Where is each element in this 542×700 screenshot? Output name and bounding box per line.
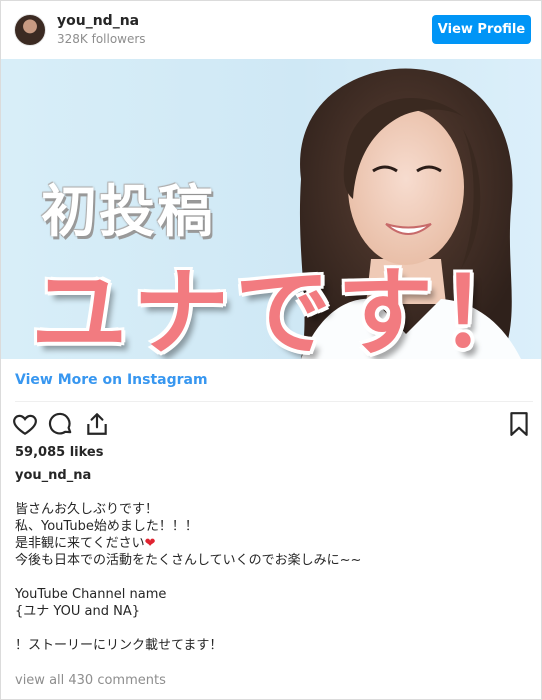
post-image[interactable]: 初投稿 ユナです！: [1, 59, 541, 359]
action-bar: [1, 407, 541, 443]
caption-line: 今後も日本での活動をたくさんしていくのでお楽しみに~~: [15, 553, 362, 568]
caption-line-blank: [15, 620, 535, 637]
red-heart-emoji: ❤: [144, 536, 156, 551]
instagram-embed-card: you_nd_na 328K followers View Profile 初投…: [0, 0, 542, 700]
follower-count: 328K followers: [57, 32, 146, 46]
view-all-comments-link[interactable]: view all 430 comments: [15, 673, 166, 688]
view-more-link[interactable]: View More on Instagram: [15, 372, 208, 388]
caption-line-text: 是非観に来てください: [15, 536, 145, 551]
caption-username[interactable]: you_nd_na: [15, 468, 91, 483]
caption-line: ！ストーリーにリンク載せてます！: [15, 638, 223, 653]
heart-icon[interactable]: [12, 411, 38, 437]
bookmark-icon[interactable]: [506, 411, 532, 437]
caption-line: YouTube Channel name: [15, 587, 167, 602]
username[interactable]: you_nd_na: [57, 13, 139, 29]
caption-line: {ユナ YOU and NA}: [15, 604, 140, 619]
post-header: you_nd_na 328K followers View Profile: [1, 1, 541, 59]
like-count: 59,085 likes: [15, 445, 104, 460]
caption-line: 是非観に来てください❤: [15, 535, 535, 552]
avatar[interactable]: [14, 14, 46, 46]
share-icon[interactable]: [84, 411, 110, 437]
divider: [15, 401, 533, 402]
caption-line: 皆さんお久しぶりです！: [15, 502, 159, 517]
caption-text: 皆さんお久しぶりです！ 私、YouTube始めました！！！ 是非観に来てください…: [15, 501, 535, 654]
caption-line-blank: [15, 569, 535, 586]
comment-icon[interactable]: [48, 411, 74, 437]
caption-line: 私、YouTube始めました！！！: [15, 519, 198, 534]
overlay-text-main: ユナです！: [31, 257, 541, 359]
view-profile-button[interactable]: View Profile: [432, 15, 531, 44]
